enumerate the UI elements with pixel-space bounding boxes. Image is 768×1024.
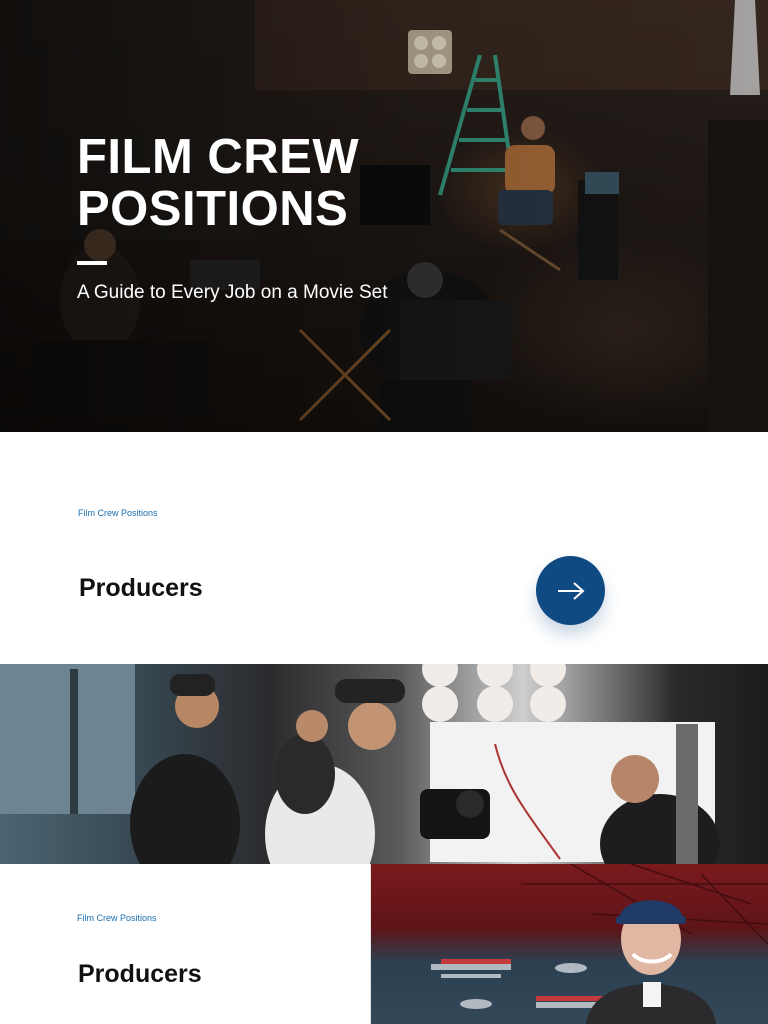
arrow-right-icon — [557, 581, 585, 600]
card-title[interactable]: Producers — [78, 959, 202, 989]
producers-card-secondary[interactable]: Film Crew Positions Producers — [0, 864, 370, 1024]
hero-subtitle: A Guide to Every Job on a Movie Set — [77, 282, 388, 303]
crew-photo-image — [0, 664, 720, 864]
producers-card[interactable]: Film Crew Positions Producers — [0, 432, 768, 664]
card-category-link[interactable]: Film Crew Positions — [78, 507, 158, 519]
hero-divider — [77, 261, 107, 265]
next-arrow-button[interactable] — [536, 556, 605, 625]
card-title[interactable]: Producers — [79, 573, 203, 603]
hero-title: FILM CREW POSITIONS — [77, 130, 360, 236]
hero-banner: FILM CREW POSITIONS A Guide to Every Job… — [0, 0, 768, 432]
premiere-photo-image — [431, 864, 768, 1024]
crew-photo — [0, 664, 768, 864]
card-category-link[interactable]: Film Crew Positions — [77, 912, 157, 924]
premiere-photo — [371, 864, 768, 1024]
